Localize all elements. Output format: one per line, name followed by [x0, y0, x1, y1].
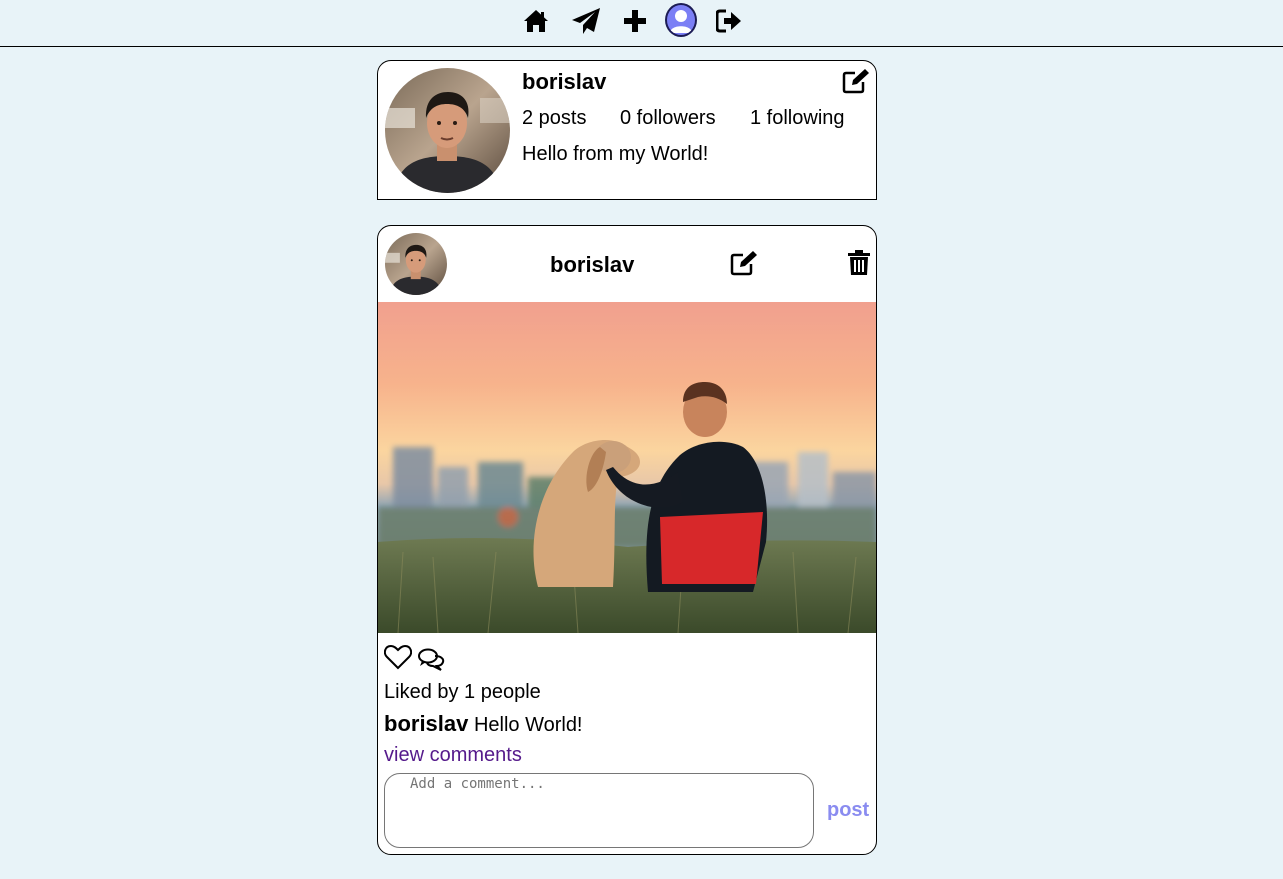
profile-card: borislav 2 posts 0 followers 1 following…	[377, 60, 877, 200]
profile-avatar	[385, 68, 510, 193]
post-card: borislav Liked by 1 people borislav Hell…	[377, 225, 877, 855]
view-comments-link[interactable]: view comments	[384, 744, 522, 767]
trash-icon[interactable]	[848, 250, 870, 276]
post-photo	[378, 302, 876, 633]
edit-profile-icon[interactable]	[842, 68, 870, 94]
caption-username[interactable]: borislav	[384, 711, 468, 736]
home-icon[interactable]	[521, 6, 551, 36]
following-count[interactable]: 1 following	[750, 107, 845, 130]
posts-count: 2 posts	[522, 107, 587, 129]
heart-icon[interactable]	[383, 644, 413, 670]
comments-icon[interactable]	[417, 647, 445, 671]
caption-text: Hello World!	[473, 714, 583, 736]
sign-out-icon[interactable]	[714, 6, 744, 36]
followers-count[interactable]: 0 followers	[620, 107, 716, 130]
profile-bio: Hello from my World!	[522, 143, 709, 165]
post-author-username[interactable]: borislav	[550, 252, 634, 278]
edit-post-icon[interactable]	[730, 250, 758, 276]
post-caption: borislav Hello World!	[384, 711, 583, 737]
profile-username: borislav	[522, 69, 607, 94]
paper-plane-icon[interactable]	[571, 6, 601, 36]
post-comment-button[interactable]: post	[827, 799, 869, 822]
comment-input[interactable]	[384, 773, 814, 848]
top-nav	[0, 0, 1283, 47]
post-author-avatar[interactable]	[385, 233, 447, 295]
user-icon[interactable]	[665, 3, 697, 37]
plus-icon[interactable]	[620, 6, 650, 36]
likes-count: Liked by 1 people	[384, 681, 541, 703]
